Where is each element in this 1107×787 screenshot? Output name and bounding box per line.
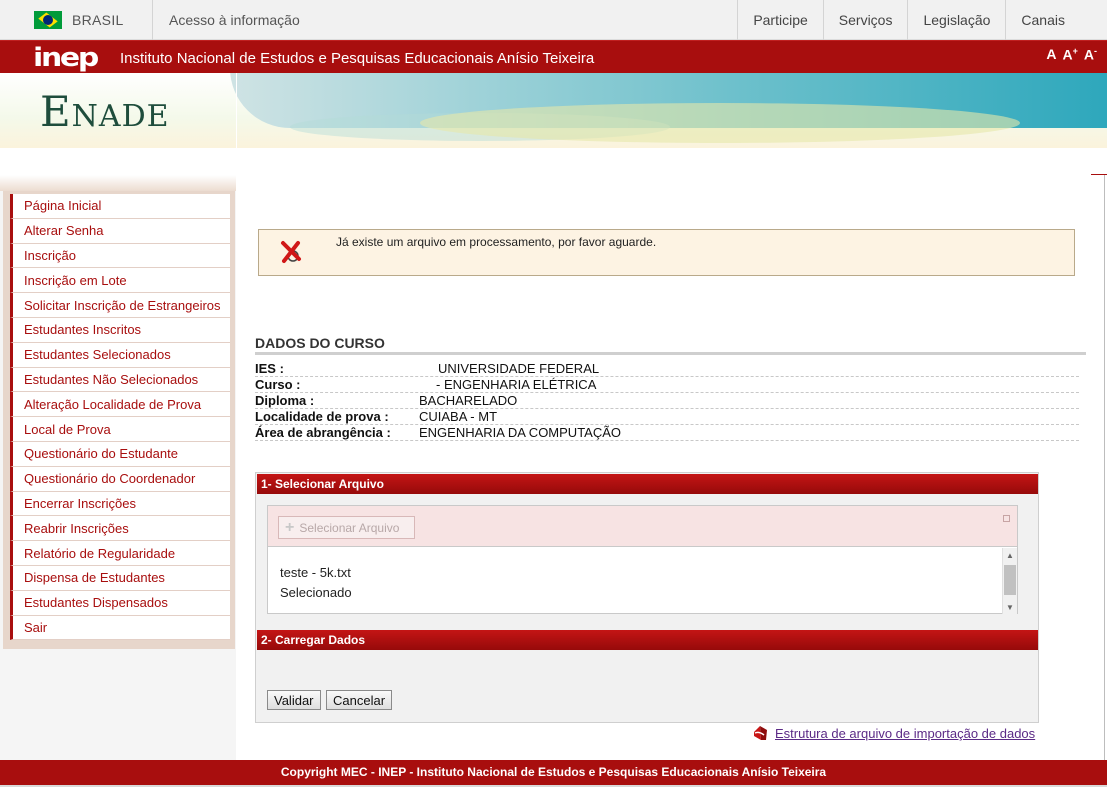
sidebar-item-5[interactable]: Estudantes Inscritos: [10, 317, 230, 343]
pdf-icon: [754, 726, 767, 740]
sidebar-menu: Página Inicial Alterar Senha Inscrição Insc…: [3, 191, 235, 649]
import-structure-link[interactable]: Estrutura de arquivo de importação de da…: [775, 726, 1035, 741]
font-size-controls: A A+ A-: [1046, 46, 1097, 63]
sidebar-item-17[interactable]: Sair: [10, 615, 230, 641]
content-right-border: [1104, 175, 1105, 760]
course-row-value: - ENGENHARIA ELÉTRICA: [436, 377, 597, 392]
sidebar-item-8[interactable]: Alteração Localidade de Prova: [10, 392, 230, 418]
gov-links: Participe Serviços Legislação Canais: [737, 0, 1107, 40]
file-uploader: + Selecionar Arquivo teste - 5k.txt Sele…: [267, 505, 1018, 614]
file-list-scrollbar[interactable]: ▲ ▼: [1002, 548, 1017, 614]
brasil-label: BRASIL: [72, 12, 124, 28]
sidebar-item-3[interactable]: Inscrição em Lote: [10, 268, 230, 294]
inep-header: inep Instituto Nacional de Estudos e Pes…: [0, 40, 1107, 73]
course-row-value: UNIVERSIDADE FEDERAL: [438, 361, 600, 376]
course-row: Curso : - ENGENHARIA ELÉTRICA: [255, 377, 1079, 393]
select-file-label: Selecionar Arquivo: [299, 520, 400, 535]
sidebar-item-6[interactable]: Estudantes Selecionados: [10, 342, 230, 368]
sidebar-item-1[interactable]: Alterar Senha: [10, 218, 230, 244]
brasil-link[interactable]: BRASIL: [0, 0, 153, 40]
uploader-toolbar: + Selecionar Arquivo: [268, 506, 1017, 547]
course-row-value: BACHARELADO: [419, 393, 518, 408]
sidebar-item-2[interactable]: Inscrição: [10, 243, 230, 269]
step2-header: 2- Carregar Dados: [257, 630, 1038, 650]
sidebar-item-7[interactable]: Estudantes Não Selecionados: [10, 367, 230, 393]
enade-logo: ENADE: [40, 87, 170, 136]
sidebar-item-10[interactable]: Questionário do Estudante: [10, 441, 230, 467]
font-reset-button[interactable]: A: [1046, 46, 1056, 63]
sidebar-item-12[interactable]: Encerrar Inscrições: [10, 491, 230, 517]
course-row: Área de abrangência : ENGENHARIA DA COMPU…: [255, 425, 1079, 441]
course-row-value: ENGENHARIA DA COMPUTAÇÃO: [419, 425, 622, 440]
left-column: Página Inicial Alterar Senha Inscrição Insc…: [0, 175, 236, 787]
course-row-label: Diploma :: [255, 393, 315, 408]
course-row-label: Localidade de prova :: [255, 409, 389, 424]
import-structure-link-row: Estrutura de arquivo de importação de da…: [751, 724, 1035, 742]
sidebar-item-11[interactable]: Questionário do Coordenador: [10, 466, 230, 492]
course-row: IES : UNIVERSIDADE FEDERAL: [255, 361, 1079, 377]
validate-button[interactable]: Validar: [267, 690, 321, 710]
cancel-button[interactable]: Cancelar: [326, 690, 393, 710]
enade-banner: ENADE: [0, 73, 1107, 175]
course-data-title: DADOS DO CURSO: [255, 335, 1086, 355]
inep-title: Instituto Nacional de Estudos e Pesquisa…: [120, 50, 595, 67]
gov-link-canais[interactable]: Canais: [1005, 0, 1107, 40]
access-info-link[interactable]: Acesso à informação: [169, 12, 300, 28]
brazil-flag-icon: [34, 11, 62, 29]
banner-divider: [236, 73, 237, 148]
gov-bar: BRASIL Acesso à informação Participe Ser…: [0, 0, 1107, 40]
footer: Copyright MEC - INEP - Instituto Naciona…: [0, 760, 1107, 785]
plus-icon: +: [285, 518, 295, 536]
sidebar-item-9[interactable]: Local de Prova: [10, 417, 230, 442]
sidebar-item-16[interactable]: Estudantes Dispensados: [10, 590, 230, 616]
scroll-down-icon[interactable]: ▼: [1006, 603, 1014, 612]
course-row-label: IES :: [255, 361, 284, 376]
course-row-value: CUIABA - MT: [419, 409, 498, 424]
inep-logo[interactable]: inep: [33, 45, 99, 71]
processing-alert: Já existe um arquivo em processamento, p…: [258, 229, 1075, 276]
gov-link-participe[interactable]: Participe: [737, 0, 822, 40]
sidebar-item-15[interactable]: Dispensa de Estudantes: [10, 565, 230, 591]
upload-panel: 1- Selecionar Arquivo + Selecionar Arqui…: [255, 472, 1039, 723]
sidebar-item-13[interactable]: Reabrir Inscrições: [10, 516, 230, 542]
file-name: teste - 5k.txt: [280, 565, 351, 580]
sidebar-item-14[interactable]: Relatório de Regularidade: [10, 541, 230, 566]
course-row-label: Curso :: [255, 377, 301, 392]
selected-file: teste - 5k.txt Selecionado: [280, 563, 352, 603]
sidebar-item-4[interactable]: Solicitar Inscrição de Estrangeiros: [10, 293, 230, 318]
course-row-label: Área de abrangência :: [255, 425, 391, 440]
maximize-icon[interactable]: [1003, 515, 1010, 522]
step1-header: 1- Selecionar Arquivo: [257, 474, 1038, 494]
banner-wave: [420, 103, 1020, 143]
sidebar-item-0[interactable]: Página Inicial: [10, 194, 230, 219]
course-row: Diploma : BACHARELADO: [255, 393, 1079, 409]
font-decrease-button[interactable]: A-: [1084, 46, 1097, 63]
gov-link-legislacao[interactable]: Legislação: [907, 0, 1005, 40]
menu-top-shade: [0, 175, 236, 191]
file-status: Selecionado: [280, 585, 352, 600]
course-row: Localidade de prova : CUIABA - MT: [255, 409, 1079, 425]
enade-logo-text: ENADE: [40, 87, 170, 136]
error-x-icon: [281, 241, 301, 263]
scrollbar-thumb[interactable]: [1004, 565, 1016, 595]
scroll-up-icon[interactable]: ▲: [1006, 551, 1014, 560]
select-file-button[interactable]: + Selecionar Arquivo: [278, 516, 415, 539]
font-increase-button[interactable]: A+: [1062, 46, 1077, 63]
alert-message: Já existe um arquivo em processamento, p…: [336, 235, 657, 249]
gov-link-servicos[interactable]: Serviços: [822, 0, 908, 40]
